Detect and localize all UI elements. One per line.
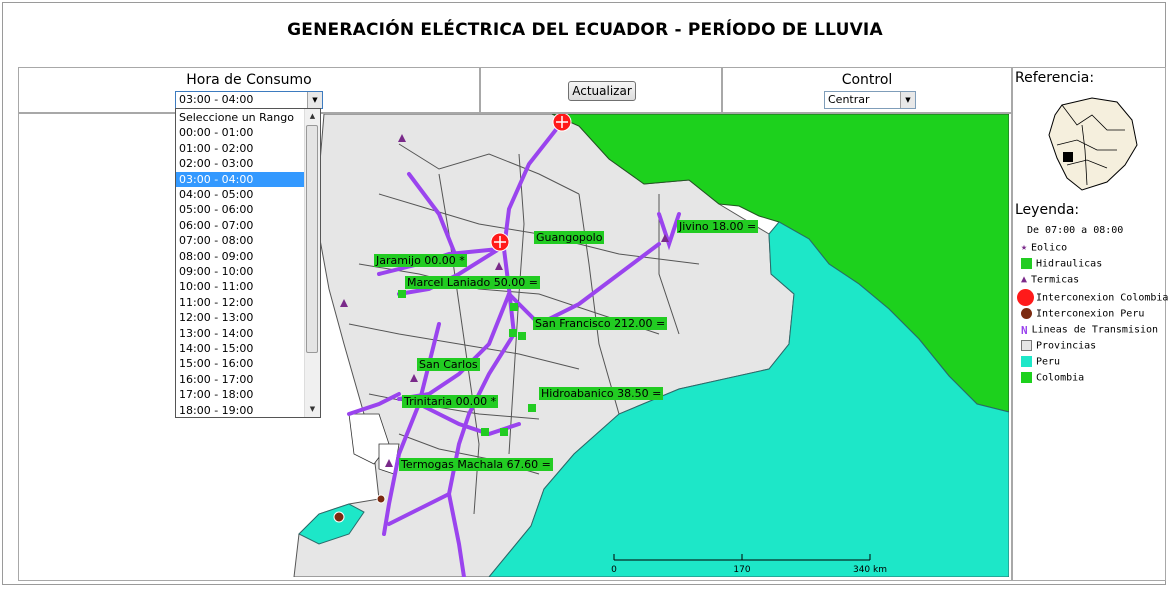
triangle-icon: ▲ (1021, 274, 1028, 285)
dropdown-scrollbar[interactable]: ▲ ▼ (304, 109, 320, 417)
legend-hidraulicas-label: Hidraulicas (1036, 258, 1103, 270)
legend-lineas: N Lineas de Transmision (1021, 324, 1159, 337)
legend-interconexion-colombia: Interconexion Colombia (1017, 289, 1168, 306)
dropdown-option[interactable]: 13:00 - 14:00 (176, 326, 305, 341)
scrollbar-thumb[interactable] (306, 125, 318, 353)
legend-provincias: Provincias (1021, 340, 1096, 352)
dropdown-option[interactable]: 05:00 - 06:00 (176, 202, 305, 217)
dropdown-option[interactable]: 12:00 - 13:00 (176, 310, 305, 325)
dropdown-option[interactable]: 11:00 - 12:00 (176, 295, 305, 310)
leyenda-title: Leyenda: (1015, 202, 1080, 218)
dropdown-option[interactable]: 04:00 - 05:00 (176, 187, 305, 202)
dropdown-option[interactable]: 02:00 - 03:00 (176, 156, 305, 171)
hora-consumo-label: Hora de Consumo (186, 72, 312, 88)
legend-hidraulicas: Hidraulicas (1021, 258, 1102, 270)
legend-interconexion-colombia-label: Interconexion Colombia (1036, 292, 1169, 304)
scale-170: 170 (733, 565, 750, 575)
legend-interconexion-peru-label: Interconexion Peru (1036, 308, 1145, 320)
dot-icon (1021, 308, 1032, 319)
dropdown-option[interactable]: 16:00 - 17:00 (176, 372, 305, 387)
legend-period: De 07:00 a 08:00 (1027, 225, 1124, 236)
sidebar-panel: Referencia: Leyenda: De 07:00 a 08:00 ★ E… (1012, 67, 1168, 581)
hora-consumo-value: 03:00 - 04:00 (179, 93, 254, 106)
plant-label-hidroabanico: Hidroabanico 38.50 = (539, 387, 664, 400)
scale-0: 0 (611, 565, 617, 575)
scroll-down-icon[interactable]: ▼ (305, 402, 320, 417)
circle-icon (1017, 289, 1034, 306)
plant-label-jaramijo: Jaramijo 00.00 * (374, 254, 467, 267)
dropdown-option[interactable]: Seleccione un Rango (176, 110, 305, 125)
plant-label-jivino: Jivino 18.00 = (677, 220, 759, 233)
page-title: GENERACIÓN ELÉCTRICA DEL ECUADOR - PERÍO… (287, 20, 883, 40)
dropdown-option[interactable]: 09:00 - 10:00 (176, 264, 305, 279)
plant-label-trinitaria: Trinitaria 00.00 * (402, 395, 499, 408)
referencia-title: Referencia: (1015, 70, 1095, 86)
update-button[interactable]: Actualizar (568, 81, 636, 101)
legend-interconexion-peru: Interconexion Peru (1021, 308, 1144, 320)
dropdown-option[interactable]: 07:00 - 08:00 (176, 233, 305, 248)
dropdown-option[interactable]: 01:00 - 02:00 (176, 141, 305, 156)
legend-peru-label: Peru (1036, 356, 1061, 368)
scale-340: 340 km (853, 565, 887, 575)
chevron-down-icon[interactable]: ▼ (900, 92, 915, 108)
square-icon (1021, 372, 1032, 383)
legend-termicas: ▲ Termicas (1021, 274, 1079, 286)
chevron-down-icon[interactable]: ▼ (307, 92, 322, 108)
plant-label-termogas-machala: Termogas Machala 67.60 = (399, 458, 553, 471)
plant-label-san-carlos: San Carlos (417, 358, 480, 371)
ecuador-overview-map (1048, 97, 1138, 191)
plant-label-san-francisco: San Francisco 212.00 = (533, 317, 668, 330)
dropdown-option[interactable]: 17:00 - 18:00 (176, 387, 305, 402)
legend-provincias-label: Provincias (1036, 340, 1097, 352)
control-label: Control (841, 72, 893, 88)
update-panel: Actualizar (480, 67, 722, 113)
dropdown-option[interactable]: 00:00 - 01:00 (176, 125, 305, 140)
dropdown-option[interactable]: 18:00 - 19:00 (176, 403, 305, 418)
square-icon (1021, 340, 1032, 351)
hora-consumo-dropdown-list[interactable]: Seleccione un Rango 00:00 - 01:00 01:00 - … (175, 108, 321, 418)
dropdown-option[interactable]: 03:00 - 04:00 (176, 171, 305, 187)
plant-label-marcel-laniado: Marcel Laniado 50.00 = (405, 276, 540, 289)
plant-label-guangopolo: Guangopolo (534, 231, 605, 244)
scroll-up-icon[interactable]: ▲ (305, 109, 320, 124)
control-value: Centrar (828, 93, 870, 106)
legend-termicas-label: Termicas (1031, 274, 1080, 286)
hora-consumo-select[interactable]: 03:00 - 04:00 ▼ (175, 91, 323, 109)
dropdown-option[interactable]: 06:00 - 07:00 (176, 218, 305, 233)
dropdown-option[interactable]: 15:00 - 16:00 (176, 356, 305, 371)
control-select[interactable]: Centrar ▼ (824, 91, 916, 109)
legend-eolico: ★ Eolico (1021, 242, 1067, 254)
legend-lineas-label: Lineas de Transmision (1031, 324, 1159, 336)
line-icon: N (1021, 324, 1028, 337)
square-icon (1021, 356, 1032, 367)
dropdown-option[interactable]: 08:00 - 09:00 (176, 249, 305, 264)
legend-colombia-label: Colombia (1036, 372, 1085, 384)
control-panel: Control Centrar ▼ (722, 67, 1012, 113)
legend-peru: Peru (1021, 356, 1060, 368)
dropdown-option[interactable]: 10:00 - 11:00 (176, 279, 305, 294)
legend-colombia: Colombia (1021, 372, 1084, 384)
square-icon (1021, 258, 1032, 269)
dropdown-option[interactable]: 14:00 - 15:00 (176, 341, 305, 356)
star-icon: ★ (1021, 242, 1028, 253)
hora-consumo-panel: Hora de Consumo 03:00 - 04:00 ▼ (18, 67, 480, 113)
map-area[interactable]: 0 170 340 km Jivino 18.00 = Guangopolo J… (19, 114, 1009, 577)
legend-eolico-label: Eolico (1031, 242, 1068, 254)
